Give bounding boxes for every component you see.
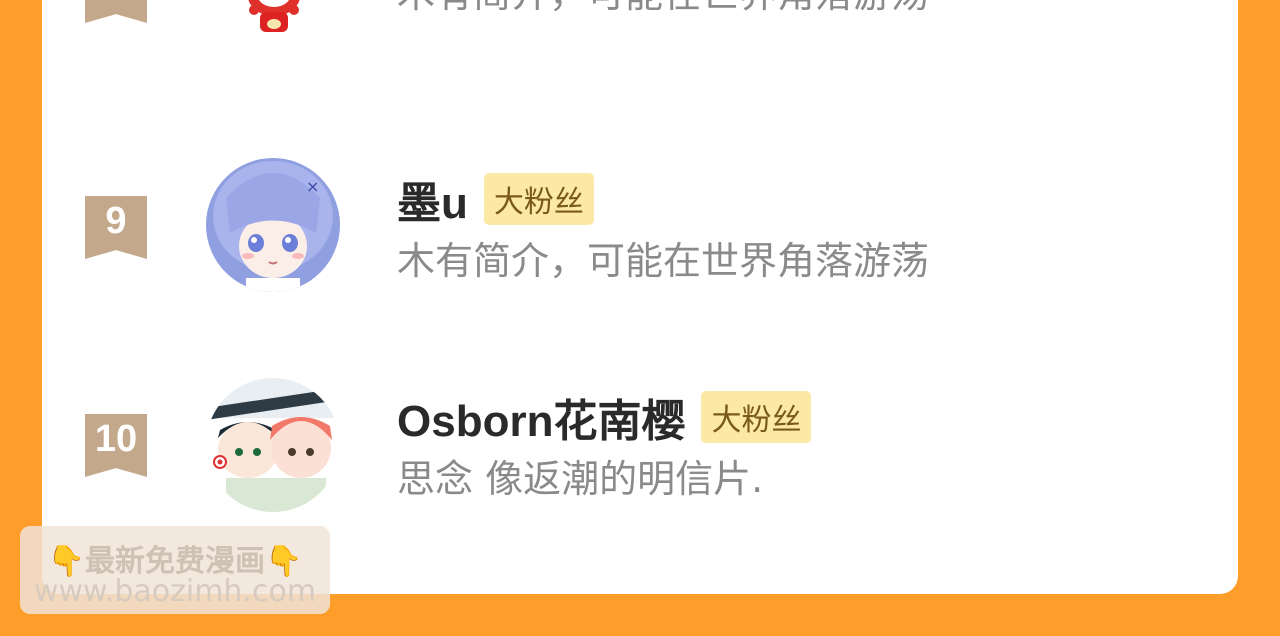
fan-name[interactable]: 墨u: [397, 167, 468, 231]
site-watermark: 👇最新免费漫画👇 www.baozimh.com: [20, 526, 330, 614]
red-mascot-icon: [224, 0, 324, 44]
big-fan-badge: 大粉丝: [483, 173, 594, 225]
name-line: Osborn花南樱 大粉丝: [397, 385, 812, 449]
fan-row-8[interactable]: 8 木有简介，可能在世界角落游荡: [42, 0, 1238, 44]
fan-row-9[interactable]: 9 × 墨u 大粉丝 木有简介，可能在世界角落游荡: [42, 150, 1238, 310]
watermark-url: www.baozimh.com: [33, 574, 317, 609]
anime-duo-icon: [206, 378, 340, 512]
rank-flag: 10: [85, 414, 147, 477]
rank-flag: 9: [85, 196, 147, 259]
fan-name[interactable]: Osborn花南樱: [397, 385, 685, 449]
red-mascot-avatar[interactable]: [224, 0, 324, 44]
rank-number: 8: [105, 0, 126, 6]
svg-text:×: ×: [306, 177, 319, 196]
big-fan-badge: 大粉丝: [701, 391, 812, 443]
fan-bio: 木有简介，可能在世界角落游荡: [397, 0, 929, 18]
fan-bio: 木有简介，可能在世界角落游荡: [397, 239, 930, 283]
fan-row-10[interactable]: 10 Osborn花南樱 大粉丝 思念 像返潮的明信片.: [42, 368, 1238, 528]
rank-number: 10: [94, 418, 138, 460]
rank-number: 9: [105, 200, 127, 242]
fan-bio: 思念 像返潮的明信片.: [397, 457, 764, 501]
anime-girl-avatar[interactable]: ×: [206, 158, 340, 292]
name-line: 墨u 大粉丝: [397, 167, 594, 231]
rank-flag: 8: [85, 0, 147, 23]
fans-ranking-card: 8 木有简介，可能在世界角落游荡 9: [42, 0, 1238, 594]
anime-duo-avatar[interactable]: [206, 378, 340, 512]
anime-girl-icon: ×: [206, 158, 340, 292]
